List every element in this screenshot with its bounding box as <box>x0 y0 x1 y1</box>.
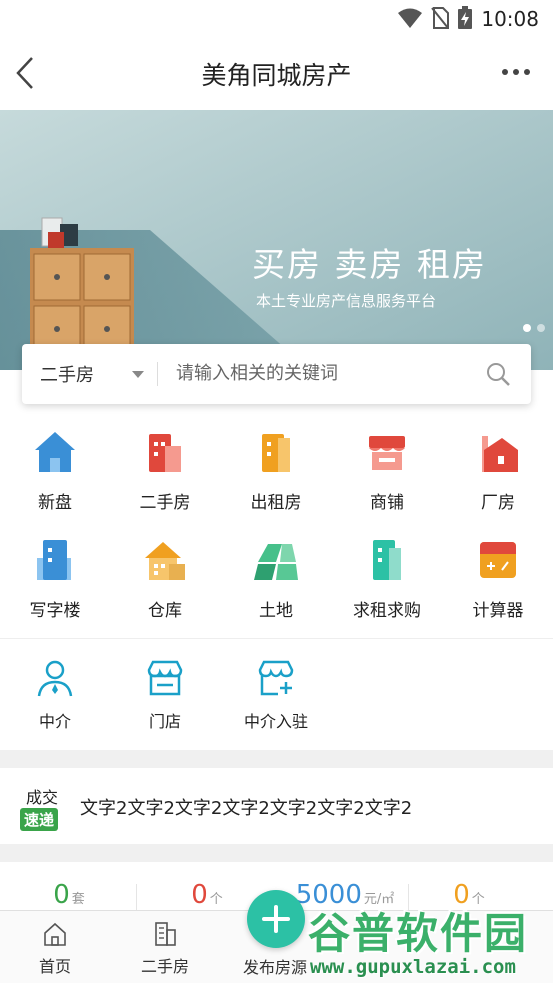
stat-value: 0 <box>53 880 70 910</box>
watermark-brand: 谷普软件园 <box>308 909 529 958</box>
banner-subtitle: 本土专业房产信息服务平台 <box>256 292 437 310</box>
search-icon[interactable] <box>485 361 511 387</box>
category-new-homes[interactable]: 新盘 <box>0 428 110 513</box>
deal-news-text[interactable]: 文字2文字2文字2文字2文字2文字2文字2 <box>80 794 412 820</box>
office-icon <box>37 540 71 580</box>
category-label: 仓库 <box>148 601 182 621</box>
category-label: 求租求购 <box>353 601 421 621</box>
divider <box>157 362 158 386</box>
request-icon <box>373 540 401 580</box>
carousel-dot[interactable] <box>537 324 545 332</box>
building-outline-icon <box>155 922 176 946</box>
store-label: 门店 <box>148 712 181 731</box>
clock: 10:08 <box>481 7 539 31</box>
apartment-icon <box>262 434 290 472</box>
publish-listing-label[interactable]: 发布房源 <box>243 954 307 978</box>
stat-unit: 个 <box>209 892 223 907</box>
category-calculator[interactable]: 计算器 <box>443 536 553 621</box>
tab-home[interactable]: 首页 <box>0 921 110 977</box>
stat-unit: 套 <box>71 892 85 907</box>
chevron-down-icon[interactable] <box>132 371 144 378</box>
wifi-icon <box>398 8 422 28</box>
stores-link[interactable]: 门店 <box>110 658 220 732</box>
tab-second-hand[interactable]: 二手房 <box>110 921 220 977</box>
shop-icon <box>369 436 405 470</box>
category-request[interactable]: 求租求购 <box>332 536 442 621</box>
section-gap <box>0 750 553 768</box>
deal-badge: 速递 <box>20 808 59 831</box>
building-icon <box>149 434 181 472</box>
warehouse-icon <box>145 542 185 580</box>
land-icon <box>254 544 298 580</box>
agents-link[interactable]: 中介 <box>0 658 110 732</box>
page-title: 美角同城房产 <box>201 61 352 90</box>
category-label: 土地 <box>259 601 293 621</box>
section-gap <box>0 844 553 862</box>
house-icon <box>35 432 75 472</box>
status-icons <box>397 6 473 30</box>
agent-join-link[interactable]: 中介入驻 <box>221 658 331 732</box>
category-second-hand[interactable]: 二手房 <box>110 428 220 513</box>
no-sim-icon <box>431 7 449 29</box>
category-factory[interactable]: 厂房 <box>443 428 553 513</box>
search-type-select[interactable]: 二手房 <box>40 361 94 387</box>
calculator-icon <box>480 542 516 578</box>
agent-row: 中介 门店 中介入驻 <box>0 658 553 748</box>
banner-carousel[interactable]: 买房 卖房 租房 本土专业房产信息服务平台 <box>0 110 553 370</box>
agent-icon <box>37 660 73 697</box>
plus-icon <box>274 905 278 933</box>
stat-value: 0 <box>191 880 208 910</box>
tab-label: 首页 <box>38 957 71 976</box>
store-icon <box>147 660 183 696</box>
battery-charging-icon <box>458 6 472 29</box>
search-input[interactable] <box>176 358 486 388</box>
category-warehouse[interactable]: 仓库 <box>110 536 220 621</box>
agent-join-label: 中介入驻 <box>243 712 308 731</box>
deal-tag: 成交 <box>26 788 59 807</box>
factory-icon <box>482 436 518 472</box>
publish-listing-button[interactable] <box>247 890 305 948</box>
agent-label: 中介 <box>38 712 71 731</box>
watermark: 谷普软件园 www.gupuxlazai.com <box>306 900 553 983</box>
category-shops[interactable]: 商铺 <box>332 428 442 513</box>
home-icon <box>44 922 66 946</box>
deal-news-bar[interactable]: 成交 速递 文字2文字2文字2文字2文字2文字2文字2 <box>0 768 553 844</box>
carousel-dot[interactable] <box>523 324 531 332</box>
more-menu-icon[interactable] <box>501 64 531 80</box>
carousel-indicator <box>523 324 545 332</box>
category-rental[interactable]: 出租房 <box>221 428 331 513</box>
banner-headline: 买房 卖房 租房 <box>252 245 487 284</box>
category-label: 出租房 <box>250 493 302 513</box>
title-bar: 美角同城房产 <box>0 36 553 110</box>
divider <box>136 884 137 910</box>
category-label: 二手房 <box>139 493 191 513</box>
divider <box>0 638 553 639</box>
category-label: 厂房 <box>481 493 515 513</box>
stat-item: 0套 <box>0 880 138 910</box>
tab-label: 二手房 <box>140 957 189 976</box>
category-office[interactable]: 写字楼 <box>0 536 110 621</box>
search-bar: 二手房 <box>22 344 531 404</box>
agent-join-icon <box>258 660 294 696</box>
watermark-url: www.gupuxlazai.com <box>310 956 516 978</box>
category-label: 新盘 <box>38 493 72 513</box>
category-land[interactable]: 土地 <box>221 536 331 621</box>
category-label: 计算器 <box>472 601 524 621</box>
status-bar: 10:08 <box>0 0 553 36</box>
category-label: 写字楼 <box>29 601 81 621</box>
category-label: 商铺 <box>370 493 404 513</box>
